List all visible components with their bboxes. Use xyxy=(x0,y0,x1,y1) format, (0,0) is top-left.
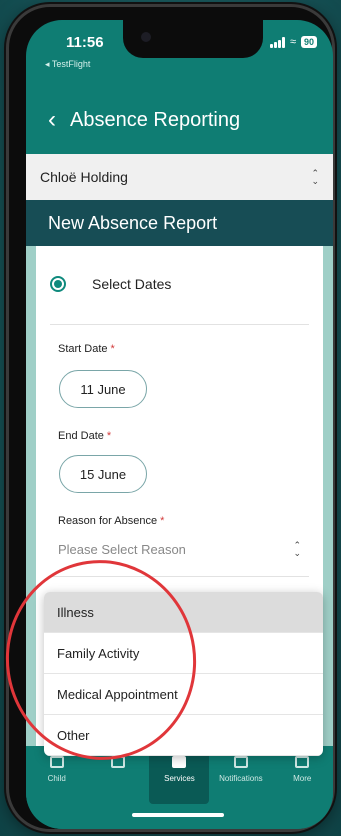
reason-dropdown: Illness Family Activity Medical Appointm… xyxy=(44,592,323,756)
wifi-icon: ≈ xyxy=(289,36,296,48)
signal-icon xyxy=(269,36,285,48)
start-date-field[interactable]: 11 June xyxy=(59,370,147,408)
status-time: 11:56 xyxy=(66,34,104,51)
start-date-label: Start Date * xyxy=(58,343,115,355)
select-dates-label: Select Dates xyxy=(92,276,172,292)
services-icon xyxy=(172,756,187,768)
home-indicator xyxy=(132,813,224,817)
tab-notifications[interactable]: Notifications xyxy=(211,752,271,804)
section-header: New Absence Report xyxy=(26,200,333,246)
reason-select[interactable]: Please Select Reason ⌃ ⌄ xyxy=(58,538,301,560)
divider xyxy=(50,576,309,577)
dropdown-option-other[interactable]: Other xyxy=(44,715,323,756)
more-icon xyxy=(295,756,310,768)
form-content: Select Dates Start Date * 11 June End Dat… xyxy=(26,246,333,756)
calendar-icon xyxy=(111,756,126,768)
camera xyxy=(141,32,151,42)
side-strip-left xyxy=(26,246,36,746)
phone-frame: 11:56 ◂ TestFlight ≈ 90 ‹ Absence Report… xyxy=(6,4,335,832)
child-icon xyxy=(49,756,64,768)
radio-selected-icon[interactable] xyxy=(50,276,66,292)
user-selector[interactable]: Chloë Holding ⌃ ⌄ xyxy=(26,154,333,200)
side-strip-right xyxy=(323,246,333,746)
end-date-label: End Date * xyxy=(58,430,112,442)
nav-bar: ‹ Absence Reporting xyxy=(26,88,333,152)
dropdown-option-illness[interactable]: Illness xyxy=(44,592,323,633)
chevron-updown-icon: ⌃ ⌄ xyxy=(311,168,319,186)
phone-screen: 11:56 ◂ TestFlight ≈ 90 ‹ Absence Report… xyxy=(26,20,333,829)
reason-label: Reason for Absence * xyxy=(58,515,165,527)
tab-more[interactable]: More xyxy=(272,752,332,804)
dropdown-option-medical-appointment[interactable]: Medical Appointment xyxy=(44,674,323,715)
status-indicators: ≈ 90 xyxy=(269,36,317,48)
bell-icon xyxy=(233,756,248,768)
notch xyxy=(123,20,263,58)
battery-icon: 90 xyxy=(300,36,317,48)
reason-placeholder: Please Select Reason xyxy=(58,541,186,557)
select-dates-option[interactable]: Select Dates xyxy=(50,276,171,292)
page-title: Absence Reporting xyxy=(70,108,241,131)
divider xyxy=(50,324,309,325)
tab-calendar[interactable] xyxy=(88,752,148,804)
chevron-updown-icon: ⌃ ⌄ xyxy=(293,540,301,558)
user-name: Chloë Holding xyxy=(40,169,128,185)
end-date-field[interactable]: 15 June xyxy=(59,455,147,493)
chevron-left-icon[interactable]: ‹ xyxy=(48,108,56,132)
dropdown-option-family-activity[interactable]: Family Activity xyxy=(44,633,323,674)
tab-services[interactable]: Services xyxy=(149,752,210,804)
back-to-testflight-link[interactable]: ◂ TestFlight xyxy=(45,59,90,70)
tab-child[interactable]: Child xyxy=(27,752,87,804)
